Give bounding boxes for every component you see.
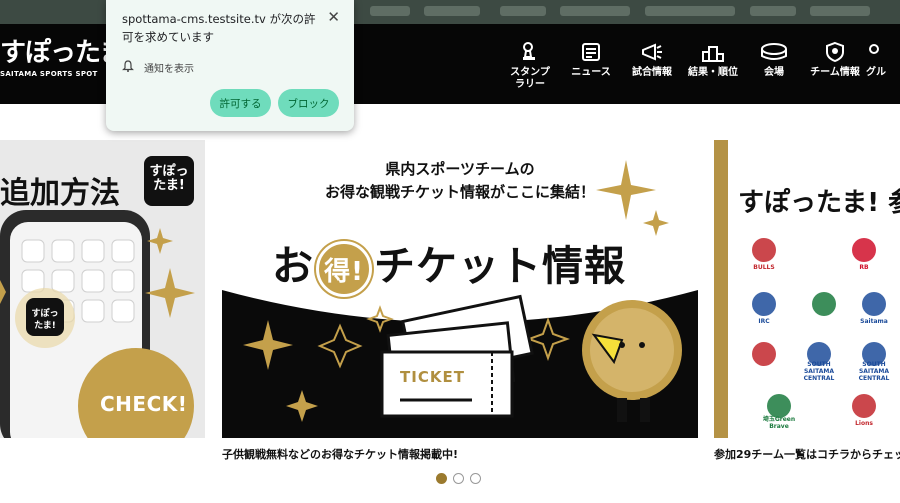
notification-permission-popup: spottama-cms.testsite.tv が次の許可を求めています ✕ … <box>106 0 354 131</box>
team-emblem <box>812 292 836 316</box>
team-emblem <box>752 238 776 262</box>
slide-title: すぽったま! 参 <box>738 188 900 218</box>
team-emblem <box>752 292 776 316</box>
team-logo-label: 埼玉Green Brave <box>762 416 796 430</box>
podium-icon <box>683 40 743 64</box>
carousel-slide-add-method[interactable]: 追加方法 すぽったま! すぽっ たま! CHECK! <box>0 140 205 438</box>
popup-title: spottama-cms.testsite.tv が次の許可を求めています <box>122 12 316 44</box>
carousel-dot[interactable] <box>470 473 481 484</box>
bookmark-item[interactable] <box>500 6 546 16</box>
nav-label: グル <box>866 67 886 78</box>
team-logo[interactable]: SOUTH SAITAMA CENTRAL <box>799 340 839 382</box>
nav-label: 会場 <box>764 67 784 78</box>
team-emblem <box>862 292 886 316</box>
carousel-slide-ticket-info[interactable]: 県内スポーツチームの お得な観戦チケット情報がここに集結！ お得! チケット情報 … <box>222 140 698 438</box>
team-logo-label: SOUTH SAITAMA CENTRAL <box>858 360 890 382</box>
nav-label: スタンプ ラリー <box>510 67 550 90</box>
team-logo[interactable]: Saitama <box>854 290 894 325</box>
team-logo[interactable]: Lions <box>844 392 884 427</box>
team-logo[interactable]: IRC <box>744 290 784 325</box>
team-logo[interactable]: BULLS <box>744 236 784 271</box>
team-logo[interactable] <box>744 340 784 374</box>
stamp-icon <box>500 40 560 64</box>
bookmark-item[interactable] <box>424 6 480 16</box>
allow-button[interactable]: 許可する <box>210 89 271 117</box>
team-emblem <box>767 394 791 418</box>
nav-label: ニュース <box>571 67 611 78</box>
slide-subtitle-1: 県内スポーツチームの <box>385 160 535 178</box>
nav-item-news[interactable]: ニュース <box>561 40 621 91</box>
team-logo-label: IRC <box>758 317 770 325</box>
slide-caption-right[interactable]: 参加29チーム一覧はコチラからチェッ <box>714 446 900 462</box>
bookmark-item[interactable] <box>560 6 630 16</box>
ticket-label: TICKET <box>400 368 465 386</box>
nav-item-team-info[interactable]: チーム情報 <box>805 40 865 91</box>
main-title-badge: 得! <box>316 241 372 297</box>
team-emblem <box>752 342 776 366</box>
team-logo-label: SOUTH SAITAMA CENTRAL <box>803 360 835 382</box>
nav-label: チーム情報 <box>810 67 860 78</box>
nav-item-results[interactable]: 結果・順位 <box>683 40 743 91</box>
nav-label: 結果・順位 <box>688 67 738 78</box>
team-logo[interactable]: RB <box>844 236 884 271</box>
nav-label: 試合情報 <box>632 67 672 78</box>
team-logo[interactable] <box>804 290 844 324</box>
svg-text:すぽっ: すぽっ <box>31 307 58 319</box>
close-icon[interactable]: ✕ <box>327 8 340 26</box>
svg-text:たま!: たま! <box>34 320 56 331</box>
bookmark-item[interactable] <box>810 6 870 16</box>
slide-subtitle-2: お得な観戦チケット情報がここに集結！ <box>324 183 595 201</box>
notification-label: 通知を表示 <box>144 64 194 75</box>
carousel-dot[interactable] <box>436 473 447 484</box>
main-nav: スタンプ ラリー ニュース 試合情報 結果・順位 会場 チーム情報 グル <box>500 40 891 91</box>
team-logo[interactable]: 埼玉Green Brave <box>759 392 799 430</box>
bookmark-item[interactable] <box>370 6 410 16</box>
bookmark-item[interactable] <box>750 6 796 16</box>
carousel-pagination <box>436 473 481 484</box>
stadium-icon <box>744 40 804 64</box>
team-logo[interactable]: SOUTH SAITAMA CENTRAL <box>854 340 894 382</box>
news-icon <box>561 40 621 64</box>
carousel-dot[interactable] <box>453 473 464 484</box>
check-label: CHECK! <box>100 392 188 416</box>
main-title-prefix: お <box>272 242 314 290</box>
team-emblem <box>852 238 876 262</box>
main-title-suffix: チケット情報 <box>374 242 626 290</box>
slide-main-title: お得! チケット情報 <box>272 232 626 297</box>
team-emblem <box>852 394 876 418</box>
bell-icon <box>122 60 134 75</box>
nav-item-match-info[interactable]: 試合情報 <box>622 40 682 91</box>
bookmark-item[interactable] <box>645 6 735 16</box>
team-logo-label: BULLS <box>753 263 775 271</box>
team-logo-label: Saitama <box>860 317 888 325</box>
carousel-slide-teams[interactable]: すぽったま! 参 BULLS RB IRC Saitama SOUTH SAITAMA … <box>714 140 900 438</box>
block-button[interactable]: ブロック <box>278 89 339 117</box>
group-icon <box>866 40 890 64</box>
team-logo-label: RB <box>859 263 869 271</box>
megaphone-icon <box>622 40 682 64</box>
notification-row: 通知を表示 <box>122 60 194 75</box>
team-logo-label: Lions <box>855 419 873 427</box>
shield-icon <box>805 40 865 64</box>
nav-item-stamp-rally[interactable]: スタンプ ラリー <box>500 40 560 91</box>
nav-item-venue[interactable]: 会場 <box>744 40 804 91</box>
slide-caption-center[interactable]: 子供観戦無料などのお得なチケット情報掲載中! <box>222 446 458 462</box>
nav-item-group[interactable]: グル <box>866 40 890 91</box>
